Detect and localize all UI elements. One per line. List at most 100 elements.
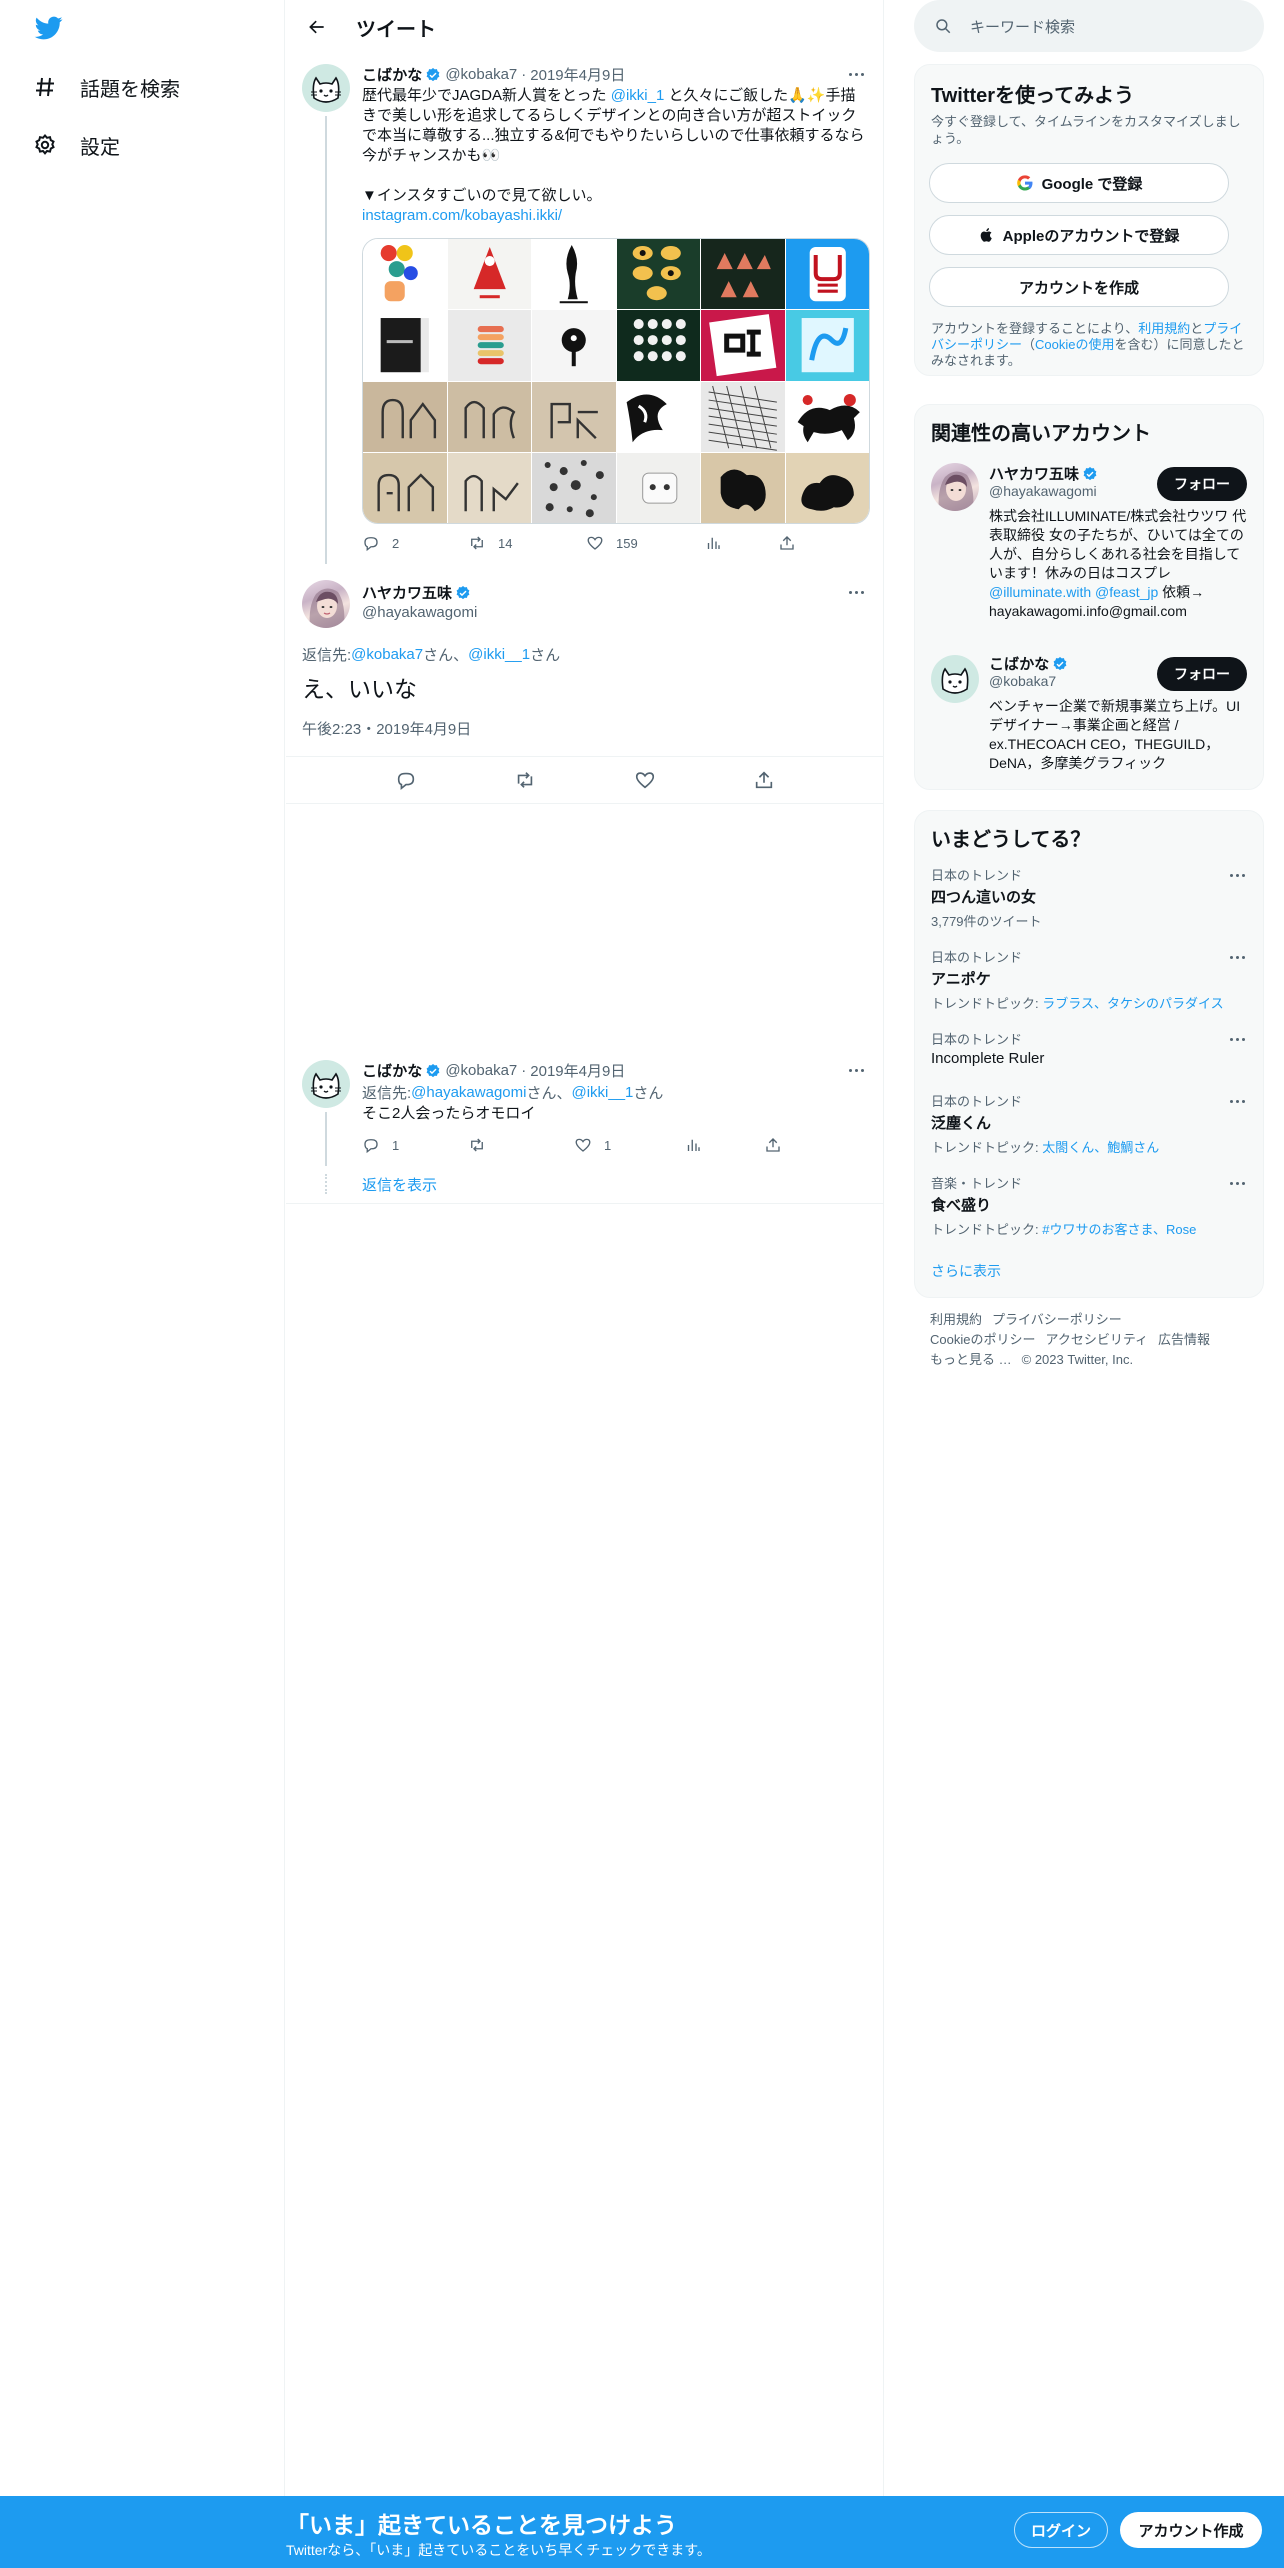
relevant-accounts-card: 関連性の高いアカウント ハヤカワ五味 @hayakawagomi フォロー 株式… — [914, 404, 1264, 790]
more-menu-icon[interactable] — [1223, 865, 1251, 885]
more-menu-icon[interactable] — [842, 64, 870, 84]
reply-mention-link[interactable]: @kobaka7 — [351, 646, 423, 663]
terms-link[interactable]: 利用規約 — [1138, 321, 1190, 336]
page-title: ツイート — [356, 18, 436, 41]
bottom-bar-subtitle: Twitterなら、「いま」起きていることをいち早くチェックできます。 — [286, 2542, 711, 2558]
bottom-signup-bar: 「いま」起きていることを見つけよう Twitterなら、「いま」起きていることを… — [0, 2496, 1284, 2568]
create-account-button[interactable]: アカウントを作成 — [929, 267, 1229, 307]
reply-icon — [397, 772, 414, 790]
account-name-line[interactable]: こばかな — [989, 653, 1072, 674]
search-box[interactable]: キーワード検索 — [914, 0, 1264, 52]
reply-button[interactable]: 2 — [362, 534, 468, 552]
artwork-thumb — [363, 239, 447, 310]
avatar[interactable] — [931, 655, 979, 703]
more-menu-icon[interactable] — [1223, 947, 1251, 967]
artwork-thumb — [785, 310, 869, 381]
tweet-user-line: ハヤカワ五味 — [362, 582, 475, 603]
google-signup-button[interactable]: Google で登録 — [929, 163, 1229, 203]
footer-cookie[interactable]: Cookieのポリシー — [930, 1332, 1035, 1347]
account-handle[interactable]: @kobaka7 — [989, 673, 1056, 689]
tweet-image-grid[interactable] — [362, 238, 870, 524]
avatar[interactable] — [931, 463, 979, 511]
nav-settings[interactable]: 設定 — [32, 125, 120, 165]
reply-button[interactable]: 1 — [362, 1136, 468, 1154]
reply-mention-link[interactable]: @hayakawagomi — [411, 1084, 526, 1101]
artwork-thumb — [363, 381, 447, 452]
tweet-text: え、いいな — [302, 676, 417, 702]
trend-item[interactable]: 日本のトレンド 四つん這いの女 3,779件のツイート — [931, 865, 1251, 930]
share-icon — [756, 771, 773, 789]
share-button[interactable] — [764, 1136, 782, 1154]
analytics-button[interactable] — [684, 1136, 764, 1154]
footer-accessibility[interactable]: アクセシビリティ — [1045, 1332, 1148, 1347]
footer-terms[interactable]: 利用規約 — [930, 1312, 982, 1327]
account-name-line[interactable]: ハヤカワ五味 — [989, 463, 1102, 484]
nav-explore[interactable]: 話題を検索 — [32, 67, 180, 107]
reply-mention-link[interactable]: @ikki__1 — [571, 1084, 633, 1101]
retweet-button[interactable] — [468, 1136, 574, 1154]
avatar[interactable] — [302, 64, 350, 112]
follow-button[interactable]: フォロー — [1157, 467, 1247, 501]
user-handle[interactable]: @hayakawagomi — [362, 604, 477, 621]
footer-ads[interactable]: 広告情報 — [1158, 1332, 1210, 1347]
trends-title: いまどうしてる？ — [931, 829, 1091, 851]
trend-item[interactable]: 音楽・トレンド 食べ盛り トレンドトピック: #ウワサのお客さま、Rose — [931, 1173, 1251, 1238]
more-menu-icon[interactable] — [1223, 1173, 1251, 1193]
cat-avatar-icon — [311, 76, 341, 103]
more-menu-icon[interactable] — [1223, 1091, 1251, 1111]
trend-item[interactable]: 日本のトレンド Incomplete Ruler — [931, 1029, 1251, 1067]
tweet-timestamp[interactable]: 午後2:23・2019年4月9日 — [302, 718, 471, 739]
main-header: ツイート — [286, 0, 883, 54]
avatar[interactable] — [302, 1060, 350, 1108]
signup-subtitle: 今すぐ登録して、タイムラインをカスタマイズしましょう。 — [931, 114, 1241, 146]
apple-signup-button[interactable]: Appleのアカウントで登録 — [929, 215, 1229, 255]
footer-privacy[interactable]: プライバシーポリシー — [992, 1312, 1122, 1327]
instagram-link[interactable]: instagram.com/kobayashi.ikki/ — [362, 207, 562, 224]
tweet-user-line: こばかな @kobaka7 · 2019年4月9日 — [362, 1060, 626, 1081]
back-arrow-icon[interactable] — [300, 10, 334, 44]
retweet-button[interactable]: 14 — [468, 534, 586, 552]
like-button[interactable]: 159 — [586, 534, 704, 552]
tweet-date[interactable]: 2019年4月9日 — [530, 1060, 625, 1081]
trend-item[interactable]: 日本のトレンド 泛塵くん トレンドトピック: 太閤くん、鮑鯛さん — [931, 1091, 1251, 1156]
tweet-reply[interactable]: こばかな @kobaka7 · 2019年4月9日 返信先: @hayakawa… — [286, 1050, 884, 1204]
show-replies-link[interactable]: 返信を表示 — [362, 1174, 437, 1195]
retweet-button[interactable] — [514, 769, 536, 791]
nav-settings-label: 設定 — [80, 136, 120, 159]
tweet-date[interactable]: 2019年4月9日 — [530, 64, 625, 85]
user-handle[interactable]: @kobaka7 — [445, 1062, 517, 1079]
google-icon — [1016, 175, 1033, 191]
login-button[interactable]: ログイン — [1014, 2512, 1108, 2548]
account-handle[interactable]: @hayakawagomi — [989, 483, 1097, 499]
signup-button[interactable]: アカウント作成 — [1120, 2512, 1262, 2548]
more-menu-icon[interactable] — [842, 582, 870, 602]
user-handle[interactable]: @kobaka7 — [445, 66, 517, 83]
share-button[interactable] — [753, 769, 775, 791]
cookie-link[interactable]: Cookieの使用 — [1035, 337, 1114, 352]
twitter-bird-icon[interactable] — [32, 14, 66, 42]
trend-item[interactable]: 日本のトレンド アニポケ トレンドトピック: ラブラス、タケシのパラダイス — [931, 947, 1251, 1012]
user-name[interactable]: こばかな — [362, 64, 422, 85]
user-name[interactable]: こばかな — [362, 1060, 422, 1081]
like-button[interactable]: 1 — [574, 1136, 684, 1154]
artwork-thumb — [785, 452, 869, 523]
reply-mention-link[interactable]: @ikki__1 — [468, 646, 530, 663]
more-menu-icon[interactable] — [1223, 1029, 1251, 1049]
artwork-thumb — [701, 239, 785, 310]
artwork-thumb — [532, 310, 616, 381]
artwork-thumb — [701, 452, 785, 523]
user-name[interactable]: ハヤカワ五味 — [362, 582, 452, 603]
analytics-button[interactable] — [704, 534, 778, 552]
footer-more[interactable]: もっと見る … — [930, 1352, 1012, 1367]
share-button[interactable] — [778, 534, 796, 552]
artwork-thumb — [616, 310, 700, 381]
mention-link[interactable]: @ikki_1 — [611, 87, 665, 104]
follow-button[interactable]: フォロー — [1157, 657, 1247, 691]
reply-button[interactable] — [395, 769, 417, 791]
avatar[interactable] — [302, 580, 350, 628]
like-button[interactable] — [634, 769, 656, 791]
trends-card: いまどうしてる？ 日本のトレンド 四つん這いの女 3,779件のツイート 日本の… — [914, 810, 1264, 1298]
tweet-original[interactable]: こばかな @kobaka7 · 2019年4月9日 歴代最年少でJAGDA新人賞… — [286, 54, 884, 564]
show-more-link[interactable]: さらに表示 — [931, 1261, 1001, 1281]
more-menu-icon[interactable] — [842, 1060, 870, 1080]
